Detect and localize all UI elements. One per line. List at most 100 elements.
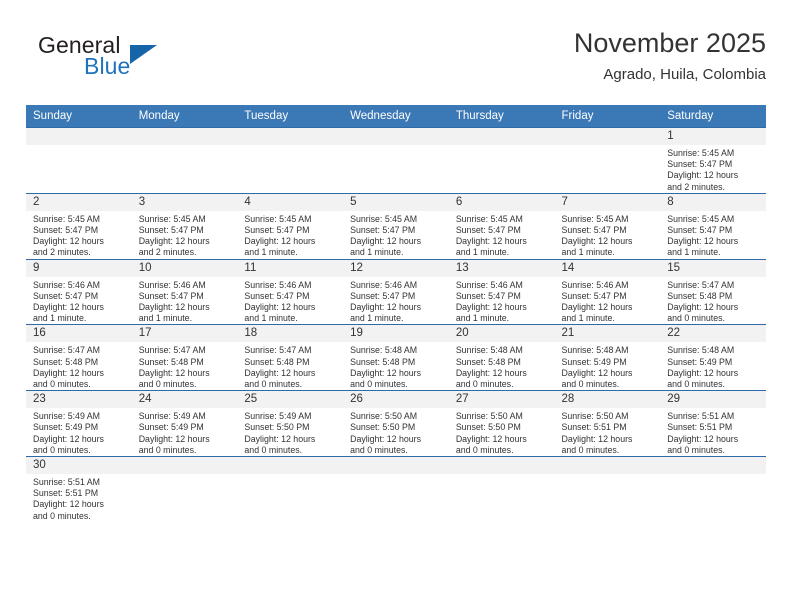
daylight-text-line2: and 1 minute.: [244, 313, 298, 324]
calendar-day-cell[interactable]: 27 Sunrise: 5:50 AM Sunset: 5:50 PM Dayligh…: [448, 390, 555, 457]
day-cell-details: Sunrise: 5:45 AM Sunset: 5:47 PM Daylight:…: [449, 211, 555, 259]
calendar-day-cell[interactable]: 13 Sunrise: 5:46 AM Sunset: 5:47 PM Dayligh…: [448, 258, 555, 325]
calendar-day-cell[interactable]: 15 Sunrise: 5:47 AM Sunset: 5:48 PM Dayligh…: [660, 258, 766, 325]
day-cell-inner: 7 Sunrise: 5:45 AM Sunset: 5:47 PM Daylight…: [554, 193, 661, 259]
day-cell-inner: 24 Sunrise: 5:49 AM Sunset: 5:49 PM Dayligh…: [131, 391, 238, 456]
day-number: 21: [554, 325, 661, 343]
calendar-day-cell[interactable]: 3 Sunrise: 5:45 AM Sunset: 5:47 PM Daylight…: [131, 192, 238, 260]
daylight-text-line2: and 0 minutes.: [667, 379, 725, 390]
sunrise-text: Sunrise: 5:50 AM: [455, 411, 523, 422]
calendar-day-cell[interactable]: 5 Sunrise: 5:45 AM Sunset: 5:47 PM Daylight…: [343, 192, 449, 260]
general-blue-logo[interactable]: General Blue: [26, 32, 236, 90]
day-number: 30: [26, 457, 132, 475]
daylight-text-line2: and 0 minutes.: [561, 379, 620, 390]
daylight-text-line1: Daylight: 12 hours: [350, 433, 422, 444]
day-cell-inner: [554, 128, 661, 193]
day-number: 27: [448, 391, 555, 409]
daylight-text-line1: Daylight: 12 hours: [33, 367, 104, 378]
day-number: 1: [660, 128, 766, 145]
calendar-day-cell[interactable]: 28 Sunrise: 5:50 AM Sunset: 5:51 PM Dayligh…: [554, 390, 661, 457]
calendar-day-cell[interactable]: 16 Sunrise: 5:47 AM Sunset: 5:48 PM Dayligh…: [26, 324, 132, 391]
day-number: 23: [26, 391, 132, 409]
calendar-day-cell[interactable]: 26 Sunrise: 5:50 AM Sunset: 5:50 PM Dayligh…: [343, 390, 449, 457]
daylight-text-line1: Daylight: 12 hours: [138, 236, 210, 247]
day-cell-inner: 14 Sunrise: 5:46 AM Sunset: 5:47 PM Dayligh…: [554, 259, 661, 325]
sunset-text: Sunset: 5:50 PM: [244, 422, 310, 433]
sunset-text: Sunset: 5:50 PM: [455, 422, 521, 433]
daylight-text-line1: Daylight: 12 hours: [350, 302, 422, 313]
calendar-day-cell[interactable]: 10 Sunrise: 5:46 AM Sunset: 5:47 PM Dayligh…: [131, 258, 238, 325]
day-number: 15: [660, 259, 766, 277]
day-cell-inner: [448, 128, 555, 193]
day-number: 20: [448, 325, 555, 343]
sunrise-text: Sunrise: 5:45 AM: [561, 213, 629, 224]
sunrise-text: Sunrise: 5:49 AM: [244, 411, 312, 422]
calendar-day-cell[interactable]: 20 Sunrise: 5:48 AM Sunset: 5:48 PM Dayligh…: [448, 324, 555, 391]
sunset-text: Sunset: 5:48 PM: [33, 356, 99, 367]
calendar-day-cell[interactable]: 21 Sunrise: 5:48 AM Sunset: 5:49 PM Dayligh…: [554, 324, 661, 391]
day-cell-details: Sunrise: 5:48 AM Sunset: 5:49 PM Daylight:…: [555, 342, 661, 390]
calendar-day-cell[interactable]: 23 Sunrise: 5:49 AM Sunset: 5:49 PM Dayligh…: [26, 390, 132, 457]
daylight-text-line1: Daylight: 12 hours: [667, 302, 739, 313]
day-number: 19: [343, 325, 449, 343]
calendar-day-cell-empty: [131, 456, 238, 528]
weekday-header-thursday: Thursday: [448, 105, 555, 128]
day-cell-details: Sunrise: 5:45 AM Sunset: 5:47 PM Daylight:…: [555, 211, 661, 259]
calendar-day-cell-empty: [448, 456, 555, 528]
sunrise-text: Sunrise: 5:46 AM: [350, 279, 418, 290]
sunrise-text: Sunrise: 5:45 AM: [350, 213, 418, 224]
calendar-day-cell[interactable]: 11 Sunrise: 5:46 AM Sunset: 5:47 PM Dayligh…: [237, 258, 344, 325]
daylight-text-line1: Daylight: 12 hours: [33, 302, 104, 313]
day-number: 3: [131, 193, 238, 211]
calendar-day-cell[interactable]: 7 Sunrise: 5:45 AM Sunset: 5:47 PM Daylight…: [554, 192, 661, 260]
sunrise-text: Sunrise: 5:49 AM: [33, 411, 100, 422]
day-cell-details: Sunrise: 5:48 AM Sunset: 5:49 PM Daylight:…: [660, 342, 766, 390]
sunset-text: Sunset: 5:51 PM: [561, 422, 627, 433]
day-cell-inner: [131, 128, 238, 193]
calendar-day-cell[interactable]: 29 Sunrise: 5:51 AM Sunset: 5:51 PM Dayligh…: [660, 390, 766, 457]
calendar-day-cell[interactable]: 25 Sunrise: 5:49 AM Sunset: 5:50 PM Dayligh…: [237, 390, 344, 457]
day-cell-inner: 29 Sunrise: 5:51 AM Sunset: 5:51 PM Dayligh…: [660, 391, 766, 456]
sunrise-text: Sunrise: 5:47 AM: [244, 345, 312, 356]
calendar-day-cell[interactable]: 24 Sunrise: 5:49 AM Sunset: 5:49 PM Dayligh…: [131, 390, 238, 457]
calendar-day-cell[interactable]: 18 Sunrise: 5:47 AM Sunset: 5:48 PM Dayligh…: [237, 324, 344, 391]
daylight-text-line2: and 0 minutes.: [33, 379, 91, 390]
sunrise-text: Sunrise: 5:47 AM: [138, 345, 206, 356]
calendar-day-cell[interactable]: 4 Sunrise: 5:45 AM Sunset: 5:47 PM Daylight…: [237, 192, 344, 260]
sunset-text: Sunset: 5:49 PM: [667, 356, 733, 367]
calendar-day-cell[interactable]: 12 Sunrise: 5:46 AM Sunset: 5:47 PM Dayligh…: [343, 258, 449, 325]
calendar-day-cell[interactable]: 1 Sunrise: 5:45 AM Sunset: 5:47 PM Daylight…: [660, 127, 766, 194]
day-cell-inner: 25 Sunrise: 5:49 AM Sunset: 5:50 PM Dayligh…: [237, 391, 344, 456]
day-cell-inner: 16 Sunrise: 5:47 AM Sunset: 5:48 PM Dayligh…: [26, 325, 132, 390]
day-number: 14: [554, 259, 661, 277]
calendar-day-cell[interactable]: 2 Sunrise: 5:45 AM Sunset: 5:47 PM Daylight…: [26, 192, 132, 260]
sunset-text: Sunset: 5:47 PM: [33, 290, 99, 301]
calendar-day-cell[interactable]: 9 Sunrise: 5:46 AM Sunset: 5:47 PM Daylight…: [26, 258, 132, 325]
calendar-day-cell[interactable]: 22 Sunrise: 5:48 AM Sunset: 5:49 PM Dayligh…: [660, 324, 766, 391]
daylight-text-line1: Daylight: 12 hours: [244, 367, 316, 378]
calendar-day-cell[interactable]: 19 Sunrise: 5:48 AM Sunset: 5:48 PM Dayligh…: [343, 324, 449, 391]
daylight-text-line2: and 0 minutes.: [138, 379, 197, 390]
sunset-text: Sunset: 5:47 PM: [244, 290, 310, 301]
day-number: 7: [554, 193, 661, 211]
sunrise-text: Sunrise: 5:46 AM: [244, 279, 312, 290]
calendar-day-cell[interactable]: 6 Sunrise: 5:45 AM Sunset: 5:47 PM Daylight…: [448, 192, 555, 260]
daylight-text-line2: and 1 minute.: [33, 313, 87, 324]
calendar-day-cell[interactable]: 17 Sunrise: 5:47 AM Sunset: 5:48 PM Dayligh…: [131, 324, 238, 391]
brand-name-blue: Blue: [84, 53, 131, 79]
day-cell-details: Sunrise: 5:46 AM Sunset: 5:47 PM Daylight:…: [555, 277, 661, 325]
sunrise-text: Sunrise: 5:45 AM: [667, 213, 735, 224]
calendar-day-cell[interactable]: 14 Sunrise: 5:46 AM Sunset: 5:47 PM Dayligh…: [554, 258, 661, 325]
sunset-text: Sunset: 5:47 PM: [138, 225, 204, 236]
daylight-text-line2: and 1 minute.: [561, 313, 615, 324]
daylight-text-line2: and 2 minutes.: [33, 247, 91, 258]
calendar-day-cell[interactable]: 8 Sunrise: 5:45 AM Sunset: 5:47 PM Daylight…: [660, 192, 766, 260]
day-cell-details: Sunrise: 5:45 AM Sunset: 5:47 PM Daylight:…: [132, 211, 238, 259]
calendar-week-row: 2 Sunrise: 5:45 AM Sunset: 5:47 PM Daylight…: [26, 192, 766, 260]
daylight-text-line2: and 1 minute.: [455, 313, 510, 324]
daylight-text-line2: and 1 minute.: [350, 247, 404, 258]
calendar-day-cell[interactable]: 30 Sunrise: 5:51 AM Sunset: 5:51 PM Dayligh…: [26, 456, 132, 528]
sunrise-text: Sunrise: 5:46 AM: [561, 279, 629, 290]
day-cell-details: Sunrise: 5:47 AM Sunset: 5:48 PM Daylight:…: [132, 342, 238, 390]
day-cell-inner: 4 Sunrise: 5:45 AM Sunset: 5:47 PM Daylight…: [237, 193, 344, 259]
